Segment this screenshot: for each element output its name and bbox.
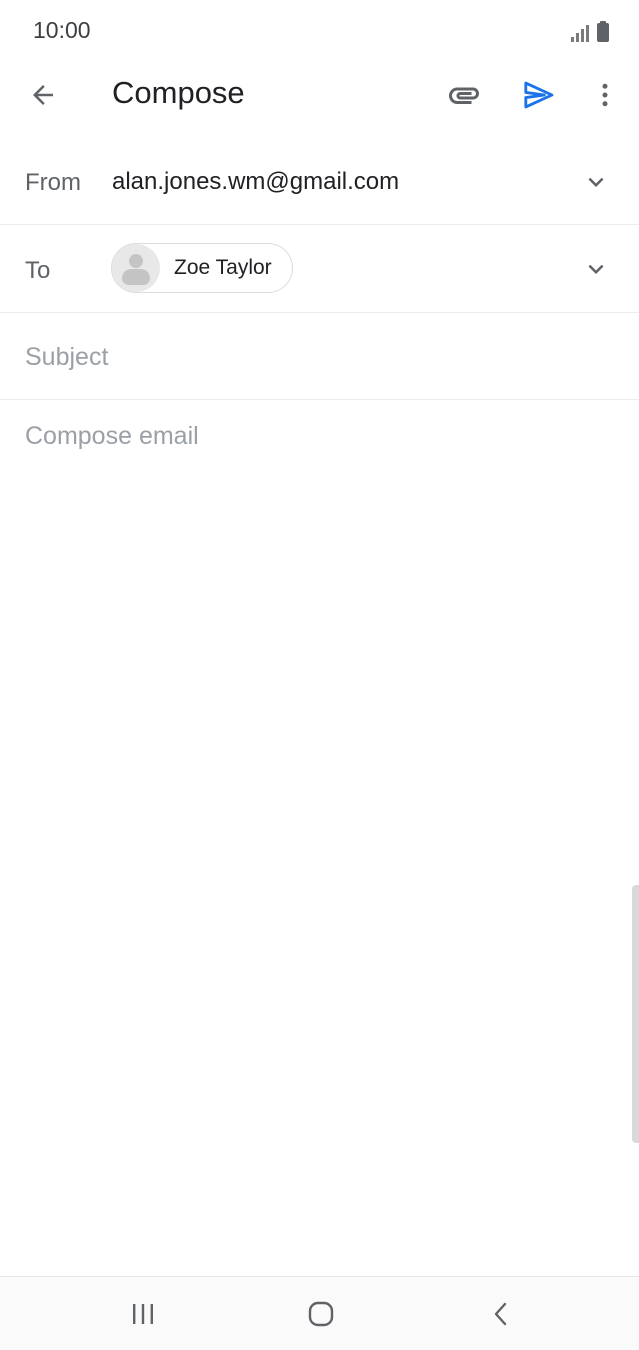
to-label: To [25, 257, 51, 284]
page-title: Compose [112, 75, 245, 110]
subject-input[interactable] [25, 339, 615, 375]
navigation-bar [0, 1276, 639, 1350]
more-vert-icon [602, 83, 608, 107]
recents-button[interactable] [118, 1289, 168, 1339]
compose-screen: 10:00 Compose From alan.jones.wm@gmail.c… [0, 0, 639, 1350]
chevron-down-icon [588, 177, 604, 187]
send-icon [524, 81, 554, 109]
more-options-button[interactable] [586, 72, 624, 118]
attach-button[interactable] [440, 72, 488, 118]
paperclip-icon [449, 87, 479, 104]
avatar [112, 244, 160, 292]
to-expand-button[interactable] [580, 253, 612, 285]
app-bar: Compose [0, 62, 639, 128]
scrollbar[interactable] [632, 885, 639, 1143]
from-field[interactable]: From alan.jones.wm@gmail.com [0, 138, 639, 225]
recipient-name: Zoe Taylor [174, 256, 272, 279]
home-button[interactable] [296, 1289, 346, 1339]
from-expand-button[interactable] [580, 166, 612, 198]
chevron-down-icon [588, 264, 604, 274]
send-button[interactable] [514, 72, 562, 118]
status-icons [571, 18, 609, 42]
compose-body-input[interactable] [25, 420, 615, 1240]
home-icon [308, 1301, 334, 1327]
back-button[interactable] [20, 72, 66, 118]
from-address: alan.jones.wm@gmail.com [112, 168, 400, 195]
subject-field [0, 313, 639, 400]
recipient-chip[interactable]: Zoe Taylor [111, 243, 293, 293]
recents-icon [133, 1304, 153, 1324]
back-arrow-icon [33, 85, 53, 105]
to-field[interactable]: To Zoe Taylor [0, 225, 639, 313]
signal-icon [571, 22, 589, 42]
status-time: 10:00 [33, 17, 91, 43]
battery-icon [597, 21, 609, 42]
system-back-button[interactable] [476, 1289, 526, 1339]
nav-back-icon [494, 1302, 507, 1326]
status-bar: 10:00 [0, 0, 639, 62]
from-label: From [25, 169, 81, 196]
